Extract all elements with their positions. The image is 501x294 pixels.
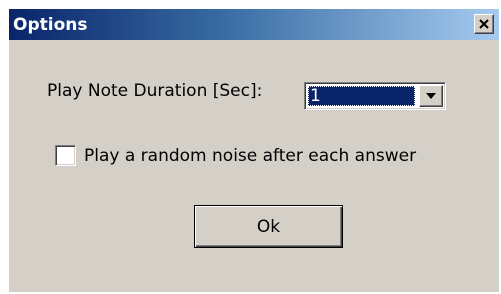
ok-button[interactable]: Ok (194, 205, 343, 248)
play-note-duration-label: Play Note Duration [Sec]: (47, 81, 263, 101)
play-note-duration-value[interactable]: 1 (308, 86, 415, 106)
window-title: Options (13, 15, 88, 35)
chevron-down-icon (426, 93, 436, 99)
title-bar[interactable]: Options (9, 9, 499, 40)
random-noise-label[interactable]: Play a random noise after each answer (84, 146, 416, 166)
dropdown-button[interactable] (419, 85, 443, 107)
close-icon (479, 19, 489, 29)
close-button[interactable] (474, 14, 494, 34)
options-dialog: Options Play Note Duration [Sec]: 1 Play… (8, 8, 499, 292)
play-note-duration-select[interactable]: 1 (304, 82, 446, 110)
ok-button-label: Ok (256, 217, 281, 237)
random-noise-checkbox[interactable] (55, 145, 76, 166)
